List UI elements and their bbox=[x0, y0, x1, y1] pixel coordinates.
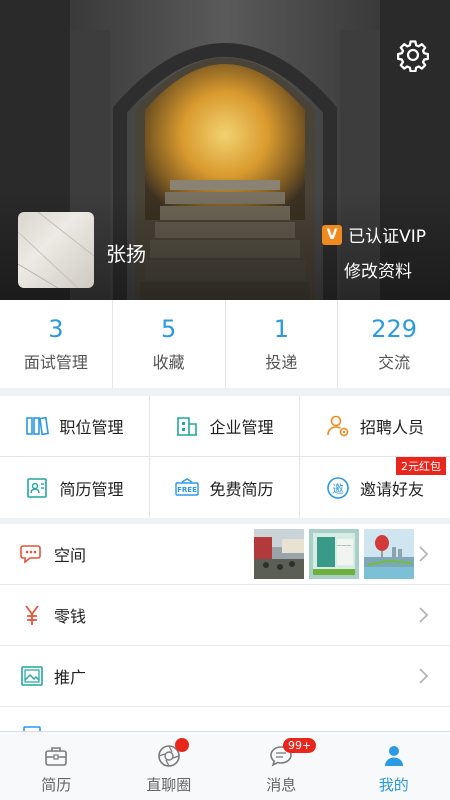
stat-interview[interactable]: 3 面试管理 bbox=[0, 300, 113, 388]
grid-item-free-resume[interactable]: FREE 免费简历 bbox=[150, 457, 300, 518]
profile-header: 张扬 V 已认证VIP 修改资料 bbox=[0, 0, 450, 300]
avatar-image bbox=[18, 212, 94, 288]
vip-label: 已认证VIP bbox=[348, 227, 426, 247]
stat-value: 1 bbox=[273, 315, 290, 343]
stat-exchange[interactable]: 229 交流 bbox=[338, 300, 450, 388]
bottom-navigation: 简历 直聊圈 消息 99+ 我的 bbox=[0, 731, 450, 800]
grid-item-label: 简历管理 bbox=[59, 479, 124, 499]
stat-label: 面试管理 bbox=[23, 353, 88, 372]
company-icon bbox=[177, 417, 198, 436]
vip-status: V 已认证VIP bbox=[322, 222, 426, 247]
stat-label: 收藏 bbox=[152, 353, 185, 372]
nav-tab-label: 消息 bbox=[266, 776, 297, 794]
nav-tab-label: 简历 bbox=[41, 776, 72, 794]
stat-favorites[interactable]: 5 收藏 bbox=[113, 300, 226, 388]
nav-tab-resume[interactable]: 简历 bbox=[0, 732, 113, 800]
person-icon bbox=[384, 746, 403, 766]
chat-icon bbox=[20, 545, 41, 564]
list-item-label: 零钱 bbox=[54, 607, 87, 626]
stat-value: 5 bbox=[160, 315, 177, 343]
edit-profile-link[interactable]: 修改资料 bbox=[344, 257, 412, 282]
grid-item-invite-friends[interactable]: 邀 邀请好友 2元红包 bbox=[300, 457, 450, 518]
thumbnail-image bbox=[364, 529, 414, 579]
chevron-right-icon bbox=[419, 607, 429, 623]
list-item-label: 推广 bbox=[54, 668, 87, 687]
grid-item-label: 免费简历 bbox=[209, 479, 274, 499]
nav-tab-label: 直聊圈 bbox=[146, 776, 192, 794]
job-icon bbox=[26, 416, 50, 436]
grid-item-recruiters[interactable]: 招聘人员 bbox=[300, 396, 450, 457]
unread-badge: 99+ bbox=[283, 738, 317, 753]
grid-item-label: 企业管理 bbox=[209, 418, 274, 437]
grid-item-label: 邀请好友 bbox=[359, 479, 424, 499]
svg-text:邀: 邀 bbox=[332, 481, 343, 495]
chevron-right-icon bbox=[419, 668, 429, 684]
list-item-space[interactable]: 空间 ——— bbox=[0, 524, 450, 585]
username: 张扬 bbox=[106, 242, 146, 266]
nav-tab-mine[interactable]: 我的 bbox=[338, 732, 450, 800]
avatar[interactable] bbox=[18, 212, 94, 288]
grid-item-job-management[interactable]: 职位管理 bbox=[0, 396, 150, 457]
stat-value: 3 bbox=[48, 315, 64, 343]
list-item-label: 空间 bbox=[54, 546, 87, 565]
svg-text:———: ——— bbox=[337, 543, 352, 549]
stat-applications[interactable]: 1 投递 bbox=[226, 300, 339, 388]
thumbnail-image: ——— bbox=[309, 529, 359, 579]
nav-tab-chat-circle[interactable]: 直聊圈 bbox=[113, 732, 226, 800]
free-icon: FREE bbox=[175, 477, 200, 496]
nav-tab-label: 我的 bbox=[378, 776, 409, 794]
stat-label: 投递 bbox=[265, 353, 298, 372]
nav-tab-messages[interactable]: 消息 99+ bbox=[225, 732, 338, 800]
list-item-promotion[interactable]: 推广 bbox=[0, 646, 450, 707]
invite-icon: 邀 bbox=[327, 476, 349, 499]
briefcase-icon bbox=[45, 747, 68, 766]
stat-value: 229 bbox=[371, 315, 418, 343]
vip-icon: V bbox=[322, 224, 343, 245]
notification-dot bbox=[174, 738, 189, 752]
chevron-right-icon bbox=[419, 546, 429, 562]
grid-item-label: 职位管理 bbox=[59, 418, 124, 437]
recruiter-icon bbox=[327, 415, 349, 437]
picture-icon bbox=[21, 666, 43, 686]
stat-label: 交流 bbox=[378, 353, 411, 372]
stats-bar: 3 面试管理 5 收藏 1 投递 229 交流 bbox=[0, 300, 450, 388]
settings-gear-icon[interactable] bbox=[396, 38, 430, 72]
profile-page: 张扬 V 已认证VIP 修改资料 3 面试管理 5 收藏 1 投递 229 交流 bbox=[0, 0, 450, 800]
list-item-wallet[interactable]: 零钱 bbox=[0, 585, 450, 646]
grid-item-label: 招聘人员 bbox=[359, 418, 424, 437]
red-packet-badge: 2元红包 bbox=[396, 457, 446, 475]
resume-icon bbox=[27, 477, 48, 498]
function-grid: 职位管理 企业管理 招聘人员 简历管理 FREE 免费简历 邀 邀请好友 2元红… bbox=[0, 396, 450, 518]
yen-icon bbox=[25, 605, 39, 625]
grid-item-company-management[interactable]: 企业管理 bbox=[150, 396, 300, 457]
space-thumbnails: ——— bbox=[249, 529, 414, 579]
svg-text:FREE: FREE bbox=[178, 486, 198, 494]
grid-item-resume-management[interactable]: 简历管理 bbox=[0, 457, 150, 518]
thumbnail-image bbox=[254, 529, 304, 579]
